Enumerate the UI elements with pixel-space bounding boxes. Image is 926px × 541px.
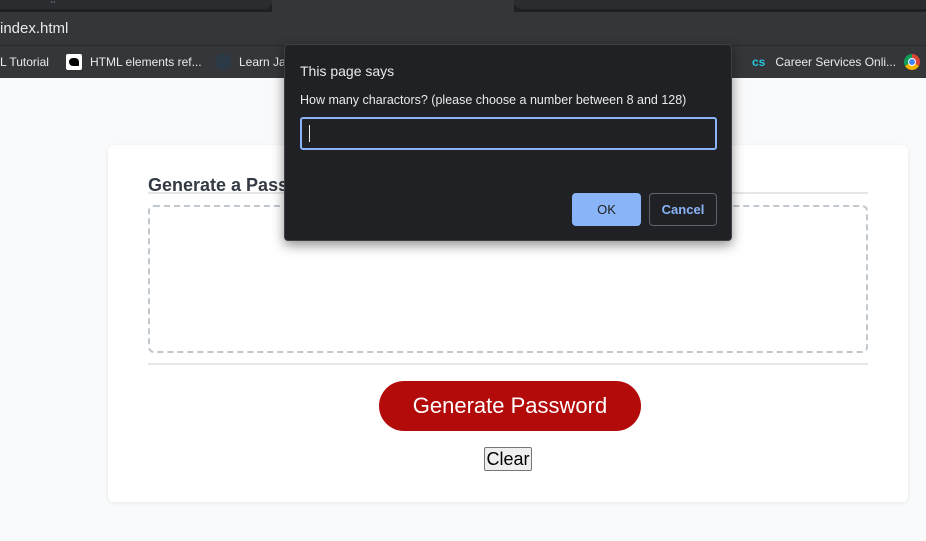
learn-icon (215, 54, 231, 70)
cancel-button[interactable]: Cancel (649, 193, 717, 226)
bookmark-html-elements[interactable]: HTML elements ref... (66, 46, 202, 78)
tab-strip: ·· (0, 0, 926, 12)
cs-icon: cs (752, 55, 766, 69)
card-divider (148, 363, 868, 365)
clear-button[interactable]: Clear (484, 447, 532, 471)
dialog-title: This page says (300, 63, 395, 79)
dialog-message: How many charactors? (please choose a nu… (300, 93, 687, 107)
tab-next[interactable] (514, 0, 926, 9)
bookmark-label: L Tutorial (0, 55, 49, 69)
bookmark-tutorial[interactable]: L Tutorial (0, 46, 49, 78)
bookmark-career-services[interactable]: cs Career Services Onli... (752, 46, 896, 78)
prompt-dialog: This page says How many charactors? (ple… (284, 44, 732, 241)
bookmark-label: Career Services Onli... (775, 55, 897, 69)
bookmark-learn[interactable]: Learn Jav (215, 46, 292, 78)
url-text[interactable]: index.html (0, 20, 68, 37)
text-caret (309, 125, 310, 142)
ok-button[interactable]: OK (572, 193, 641, 226)
address-bar[interactable]: index.html (0, 12, 926, 45)
bookmark-label: HTML elements ref... (90, 55, 202, 69)
dialog-input[interactable] (300, 117, 717, 150)
tab-glyph: ·· (50, 0, 56, 8)
chrome-icon[interactable] (904, 54, 920, 70)
mdn-icon (66, 54, 82, 70)
tab-previous[interactable]: ·· (0, 0, 272, 9)
card-title: Generate a Pass (148, 175, 289, 195)
generate-password-button[interactable]: Generate Password (379, 381, 641, 431)
tab-active[interactable] (272, 0, 514, 12)
